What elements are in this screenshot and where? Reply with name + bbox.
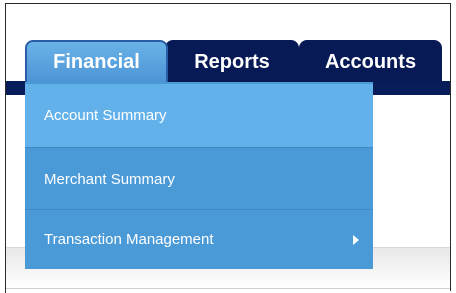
tab-accounts[interactable]: Accounts [299, 40, 442, 82]
financial-dropdown-menu: Account Summary Merchant Summary Transac… [25, 82, 373, 269]
tab-label: Reports [194, 51, 270, 73]
tab-label: Accounts [324, 51, 417, 73]
tab-reports[interactable]: Reports [165, 40, 299, 82]
menu-item-label: Transaction Management [44, 231, 214, 248]
menu-item-account-summary[interactable]: Account Summary [25, 84, 373, 147]
tab-label: Financial [53, 51, 140, 73]
chevron-right-icon [353, 234, 359, 245]
menu-item-label: Account Summary [44, 107, 167, 124]
content-bottom-divider [6, 288, 450, 289]
tab-financial[interactable]: Financial [25, 40, 168, 82]
menu-item-label: Merchant Summary [44, 170, 175, 188]
menu-item-merchant-summary[interactable]: Merchant Summary [25, 148, 373, 210]
menu-item-transaction-management[interactable]: Transaction Management [25, 210, 373, 269]
